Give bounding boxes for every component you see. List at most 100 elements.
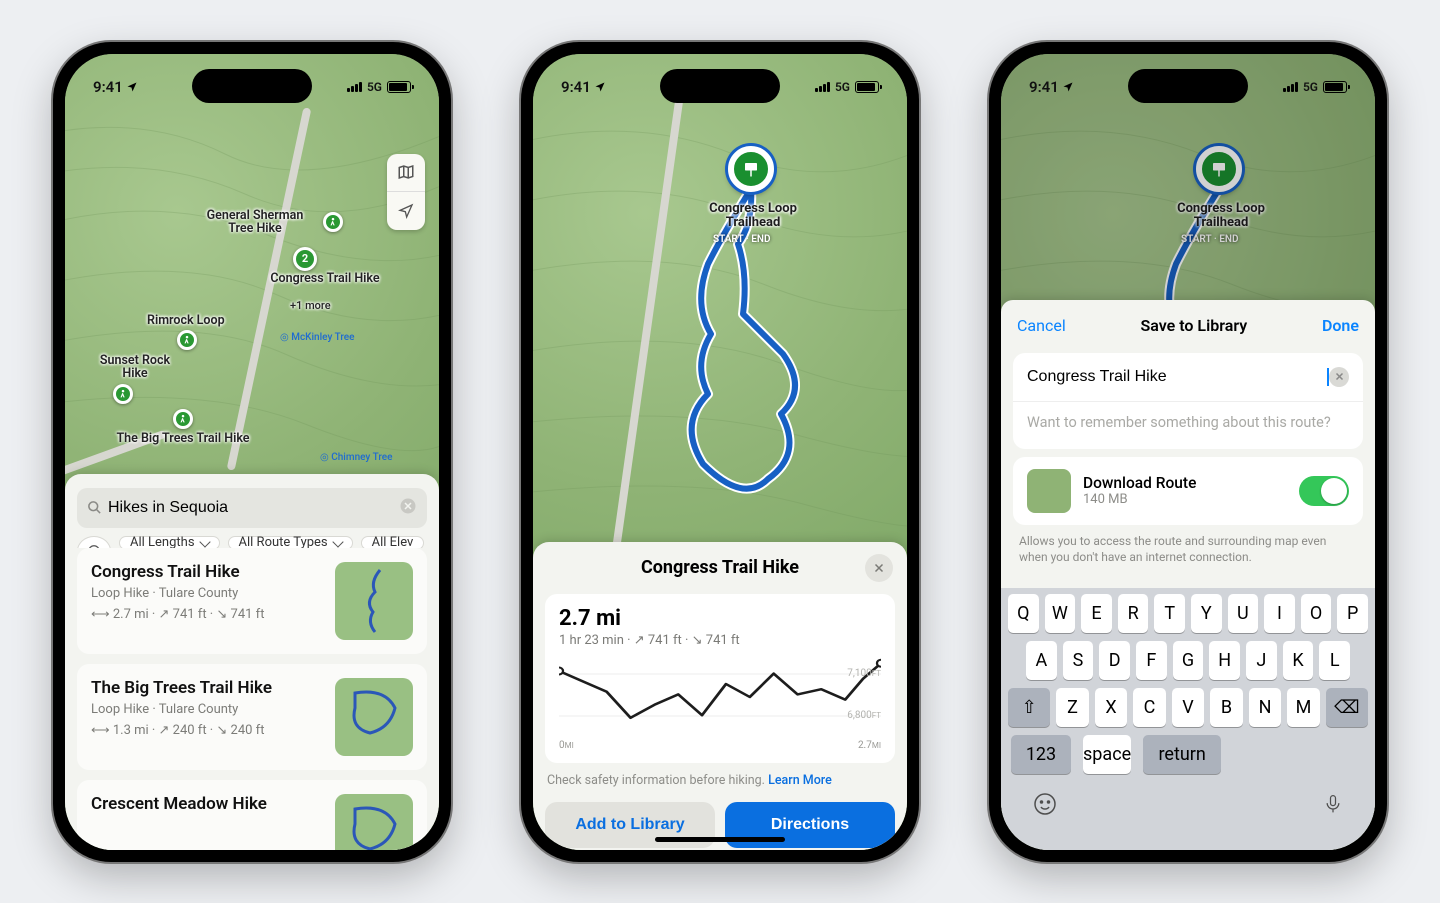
clear-name-button[interactable] (1329, 367, 1349, 387)
key-dictation[interactable] (1323, 792, 1343, 820)
route-stats-card: 2.7 mi 1 hr 23 min · ↗ 741 ft · ↘ 741 ft… (545, 594, 895, 763)
key-u[interactable]: U (1228, 594, 1259, 633)
key-c[interactable]: C (1133, 688, 1166, 727)
key-shift[interactable]: ⇧ (1008, 688, 1050, 727)
key-w[interactable]: W (1045, 594, 1076, 633)
key-v[interactable]: V (1172, 688, 1205, 727)
key-h[interactable]: H (1209, 641, 1240, 680)
poi-mckinley[interactable]: McKinley Tree (280, 332, 355, 343)
location-services-icon (594, 81, 606, 93)
route-substats: 1 hr 23 min · ↗ 741 ft · ↘ 741 ft (559, 633, 881, 648)
home-indicator[interactable] (655, 837, 785, 842)
key-q[interactable]: Q (1008, 594, 1039, 633)
key-l[interactable]: L (1319, 641, 1350, 680)
pin-bigtrees[interactable] (173, 409, 193, 429)
pin-label-bigtrees[interactable]: The Big Trees Trail Hike (113, 432, 253, 446)
route-note-input[interactable]: Want to remember something about this ro… (1013, 402, 1363, 449)
key-z[interactable]: Z (1056, 688, 1089, 727)
phone-search: General Sherman Tree Hike 2 Congress Tra… (53, 42, 451, 862)
map-controls (387, 154, 425, 230)
pin-count: 2 (302, 252, 308, 265)
hiker-icon (328, 217, 338, 227)
signal-icon (347, 82, 362, 92)
network-label: 5G (835, 80, 850, 94)
key-b[interactable]: B (1210, 688, 1243, 727)
hiker-icon (118, 389, 128, 399)
locate-me-button[interactable] (387, 192, 425, 230)
location-arrow-icon (398, 203, 414, 219)
pin-sunset[interactable] (113, 384, 133, 404)
key-o[interactable]: O (1301, 594, 1332, 633)
pin-congress[interactable]: 2 (293, 247, 317, 271)
download-title: Download Route (1083, 474, 1287, 492)
key-y[interactable]: Y (1191, 594, 1222, 633)
search-bar[interactable] (77, 488, 427, 528)
clear-search-button[interactable] (399, 497, 417, 519)
pin-rimrock[interactable] (177, 330, 197, 350)
phone-route-detail: Congress Loop Trailhead START · END 9:41… (521, 42, 919, 862)
key-m[interactable]: M (1287, 688, 1320, 727)
trailhead-pin[interactable] (728, 146, 774, 192)
key-return[interactable]: return (1143, 735, 1221, 774)
key-numbers[interactable]: 123 (1011, 735, 1071, 774)
map-mode-button[interactable] (387, 154, 425, 192)
download-thumbnail (1027, 469, 1071, 513)
pin-label-rimrock[interactable]: Rimrock Loop (147, 314, 225, 328)
key-delete[interactable]: ⌫ (1326, 688, 1368, 727)
map-icon (397, 163, 415, 181)
filter-lengths[interactable]: All Lengths (119, 536, 220, 548)
pin-label-sherman[interactable]: General Sherman Tree Hike (195, 209, 315, 237)
key-d[interactable]: D (1099, 641, 1130, 680)
cancel-button[interactable]: Cancel (1017, 316, 1066, 335)
key-x[interactable]: X (1095, 688, 1128, 727)
learn-more-link[interactable]: Learn More (768, 773, 832, 788)
close-button[interactable] (865, 554, 893, 582)
dynamic-island (192, 69, 312, 103)
route-sheet[interactable]: Congress Trail Hike 2.7 mi 1 hr 23 min ·… (533, 542, 907, 850)
signal-icon (1283, 82, 1298, 92)
dynamic-island (1128, 69, 1248, 103)
key-n[interactable]: N (1249, 688, 1282, 727)
pin-label-sunset[interactable]: Sunset Rock Hike (93, 354, 177, 382)
download-size: 140 MB (1083, 492, 1287, 507)
key-g[interactable]: G (1173, 641, 1204, 680)
search-input[interactable] (108, 499, 393, 517)
key-emoji[interactable] (1033, 792, 1057, 820)
status-time: 9:41 (561, 78, 591, 96)
result-card[interactable]: Congress Trail Hike Loop Hike · Tulare C… (77, 548, 427, 654)
mic-icon (1323, 792, 1343, 816)
search-icon (87, 500, 102, 515)
key-i[interactable]: I (1264, 594, 1295, 633)
result-card[interactable]: The Big Trees Trail Hike Loop Hike · Tul… (77, 664, 427, 770)
poi-chimney[interactable]: Chimney Tree (320, 452, 392, 463)
key-s[interactable]: S (1063, 641, 1094, 680)
key-j[interactable]: J (1246, 641, 1277, 680)
key-k[interactable]: K (1283, 641, 1314, 680)
download-toggle[interactable] (1299, 476, 1349, 506)
key-t[interactable]: T (1154, 594, 1185, 633)
location-services-icon (1062, 81, 1074, 93)
network-label: 5G (1303, 80, 1318, 94)
result-card[interactable]: Crescent Meadow Hike (77, 780, 427, 850)
key-space[interactable]: space (1083, 735, 1131, 774)
route-name-input[interactable] (1027, 368, 1325, 386)
key-a[interactable]: A (1026, 641, 1057, 680)
filter-elevation[interactable]: All Elev (361, 536, 425, 548)
key-f[interactable]: F (1136, 641, 1167, 680)
filter-settings-button[interactable] (77, 536, 111, 548)
filter-route-types[interactable]: All Route Types (228, 536, 353, 548)
key-p[interactable]: P (1337, 594, 1368, 633)
download-route-row: Download Route 140 MB (1013, 457, 1363, 525)
route-thumbnail (335, 678, 413, 756)
result-meta: ⟷ 2.7 mi · ↗ 741 ft · ↘ 741 ft (91, 607, 323, 622)
pin-label-congress[interactable]: Congress Trail Hike (270, 272, 380, 286)
key-e[interactable]: E (1081, 594, 1112, 633)
search-sheet[interactable]: All Lengths All Route Types All Elev Con… (65, 474, 439, 850)
key-r[interactable]: R (1118, 594, 1149, 633)
done-button[interactable]: Done (1322, 316, 1359, 335)
x-icon (1335, 372, 1344, 381)
result-meta: ⟷ 1.3 mi · ↗ 240 ft · ↘ 240 ft (91, 723, 323, 738)
save-modal: Cancel Save to Library Done Want to reme… (1001, 300, 1375, 850)
route-polyline (533, 54, 907, 554)
pin-sherman[interactable] (323, 212, 343, 232)
